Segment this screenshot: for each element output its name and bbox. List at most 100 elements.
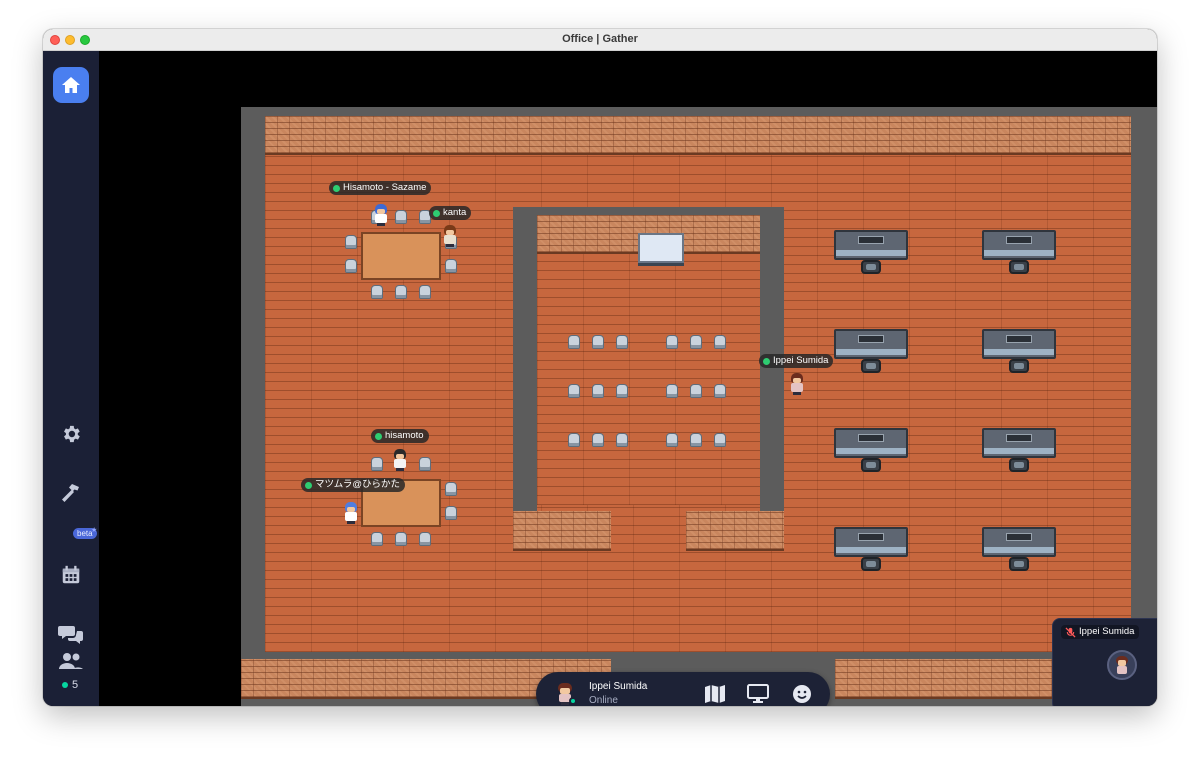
chair[interactable] [666, 335, 678, 349]
participants-button[interactable] [57, 647, 85, 675]
desk[interactable] [834, 329, 908, 359]
meeting-table-top [361, 232, 441, 280]
chat-button[interactable] [57, 620, 85, 648]
chair[interactable] [714, 335, 726, 349]
map-button[interactable] [703, 682, 727, 706]
chair[interactable] [345, 235, 357, 249]
chair[interactable] [395, 532, 407, 546]
chair[interactable] [690, 433, 702, 447]
chair[interactable] [690, 335, 702, 349]
app-window: Office | Gather beta ★ 5 Hisamoto - Saza… [43, 29, 1157, 706]
room-bottom-wall-right [686, 511, 784, 551]
video-tile-label: Ippei Sumida [1061, 625, 1140, 639]
monitor-icon [747, 684, 769, 703]
settings-button[interactable] [57, 420, 85, 448]
chair[interactable] [714, 384, 726, 398]
chair[interactable] [616, 384, 628, 398]
online-status-dot [569, 697, 577, 705]
desk-chair[interactable] [861, 359, 881, 373]
bottom-control-bar: Ippei Sumida Online [536, 672, 830, 706]
desk-chair[interactable] [861, 260, 881, 274]
desk-chair[interactable] [1009, 458, 1029, 472]
player-name-tag[interactable]: Ippei Sumida [759, 354, 834, 368]
mic-muted-icon [1065, 627, 1076, 638]
video-tile[interactable]: Ippei Sumida [1052, 618, 1157, 706]
sidebar: beta ★ 5 [43, 51, 99, 706]
home-icon [62, 77, 80, 93]
chair[interactable] [345, 259, 357, 273]
room-floor [537, 254, 760, 505]
desk[interactable] [834, 428, 908, 458]
room-bottom-wall-left [513, 511, 611, 551]
chair[interactable] [616, 433, 628, 447]
chair[interactable] [568, 384, 580, 398]
desk[interactable] [982, 428, 1056, 458]
desk[interactable] [834, 230, 908, 260]
desk-chair[interactable] [861, 557, 881, 571]
chair[interactable] [395, 210, 407, 224]
map-icon [705, 685, 725, 703]
chair[interactable] [568, 335, 580, 349]
emote-button[interactable] [790, 682, 814, 706]
video-tile-name: Ippei Sumida [1079, 626, 1135, 637]
game-canvas[interactable]: Hisamoto - Sazame kanta hisamoto マツムラ@ひら… [99, 51, 1157, 706]
whiteboard[interactable] [638, 233, 684, 263]
player-name-tag[interactable]: Hisamoto - Sazame [329, 181, 432, 195]
screen-share-button[interactable] [746, 682, 770, 706]
room-wall-left [513, 207, 537, 505]
title-bar: Office | Gather [43, 29, 1157, 51]
chair[interactable] [568, 433, 580, 447]
video-tile-avatar [1107, 650, 1137, 680]
hammer-icon [62, 484, 79, 502]
office-map: Hisamoto - Sazame kanta hisamoto マツムラ@ひら… [241, 107, 1157, 706]
smiley-icon [793, 685, 811, 703]
player-name-tag[interactable]: hisamoto [371, 429, 429, 443]
player-avatar[interactable] [392, 449, 408, 471]
chair[interactable] [419, 457, 431, 471]
chair[interactable] [666, 433, 678, 447]
desk-chair[interactable] [1009, 260, 1029, 274]
chair[interactable] [592, 335, 604, 349]
chair[interactable] [371, 285, 383, 299]
gear-icon [64, 425, 80, 443]
chat-bubbles-icon [58, 626, 83, 644]
people-icon [59, 653, 83, 669]
chair[interactable] [419, 532, 431, 546]
chair[interactable] [690, 384, 702, 398]
desk-chair[interactable] [861, 458, 881, 472]
calendar-button[interactable] [57, 561, 85, 589]
player-avatar-self[interactable] [789, 373, 805, 395]
chair[interactable] [395, 285, 407, 299]
player-name-tag[interactable]: マツムラ@ひらかた [301, 478, 405, 492]
desk-chair[interactable] [1009, 359, 1029, 373]
player-avatar[interactable] [442, 225, 458, 247]
user-name[interactable]: Ippei Sumida [589, 681, 647, 692]
desk[interactable] [982, 527, 1056, 557]
chair[interactable] [419, 285, 431, 299]
chair[interactable] [445, 506, 457, 520]
chair[interactable] [445, 482, 457, 496]
desk[interactable] [834, 527, 908, 557]
sparkle-icon: ★ [91, 527, 98, 534]
user-status[interactable]: Online [589, 695, 618, 706]
chair[interactable] [592, 433, 604, 447]
player-name-tag[interactable]: kanta [429, 206, 472, 220]
chair[interactable] [666, 384, 678, 398]
online-count-label: 5 [72, 679, 79, 691]
chair[interactable] [445, 259, 457, 273]
calendar-icon [62, 565, 80, 584]
desk[interactable] [982, 329, 1056, 359]
chair[interactable] [616, 335, 628, 349]
chair[interactable] [592, 384, 604, 398]
chair[interactable] [371, 532, 383, 546]
player-avatar[interactable] [373, 204, 389, 226]
top-wall [265, 116, 1131, 155]
desk-chair[interactable] [1009, 557, 1029, 571]
online-count[interactable]: 5 [62, 679, 78, 691]
home-button[interactable] [53, 67, 89, 103]
chair[interactable] [371, 457, 383, 471]
player-avatar[interactable] [343, 502, 359, 524]
build-button[interactable] [57, 479, 85, 507]
chair[interactable] [714, 433, 726, 447]
desk[interactable] [982, 230, 1056, 260]
